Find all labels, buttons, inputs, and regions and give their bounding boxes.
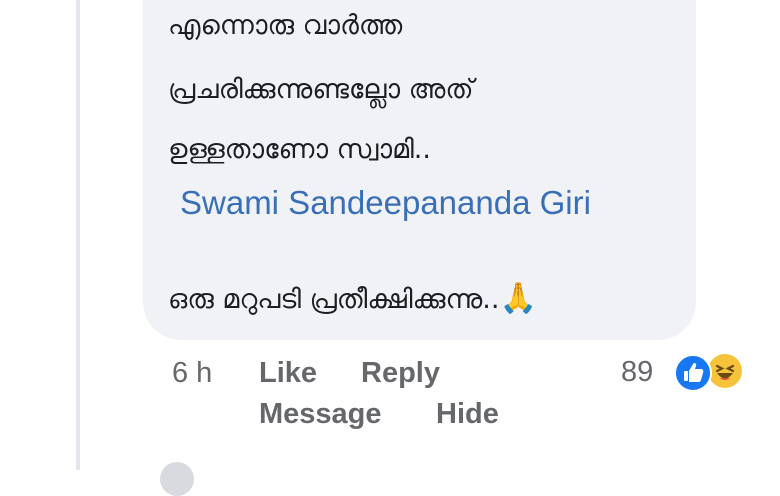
like-reaction-icon[interactable]: [674, 354, 712, 392]
reply-button[interactable]: Reply: [361, 357, 440, 390]
timestamp[interactable]: 6 h: [172, 357, 212, 390]
comment-closing-text: ഒരു മറുപടി പ്രതീക്ഷിക്കുന്നു..: [168, 284, 500, 315]
comment-text-line-2: പ്രചരിക്കുന്നുണ്ടല്ലോ അത്: [168, 74, 474, 105]
comment-text-line-3: ഉള്ളതാണോ സ്വാമി..: [168, 134, 431, 165]
laughing-face-icon: [715, 364, 735, 380]
avatar[interactable]: [160, 462, 194, 496]
hide-button[interactable]: Hide: [436, 398, 499, 431]
thread-line: [76, 0, 80, 470]
thumbs-up-icon: [684, 362, 704, 382]
folded-hands-emoji: 🙏: [499, 281, 537, 316]
message-button[interactable]: Message: [259, 398, 382, 431]
comment-text-line-4: ഒരു മറുപടി പ്രതീക്ഷിക്കുന്നു..🙏: [168, 281, 537, 316]
comment-text-line-1: എന്നൊരു വാർത്ത: [168, 10, 403, 41]
like-button[interactable]: Like: [259, 357, 317, 390]
mention-link[interactable]: Swami Sandeepananda Giri: [180, 184, 591, 222]
reaction-count[interactable]: 89: [621, 356, 653, 389]
